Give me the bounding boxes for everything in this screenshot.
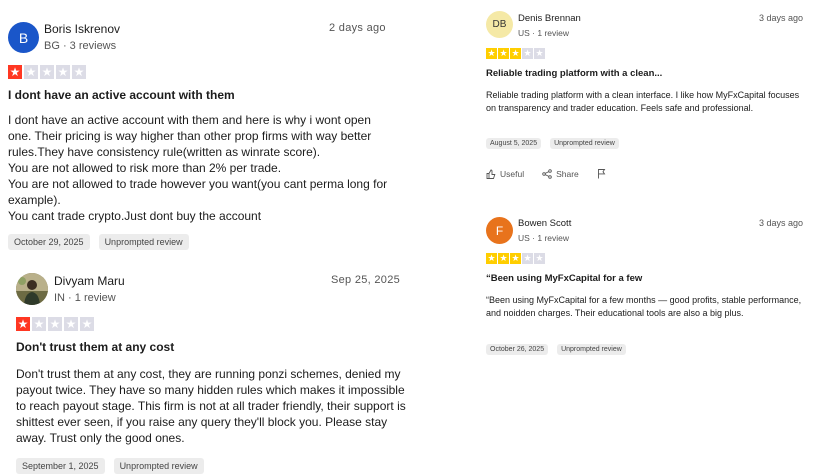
star-empty-icon: ★ — [48, 317, 62, 331]
star-empty-icon: ★ — [64, 317, 78, 331]
avatar[interactable]: DB — [486, 11, 513, 38]
experience-date-badge: September 1, 2025 — [16, 458, 105, 474]
review-title[interactable]: Don't trust them at any cost — [16, 340, 174, 354]
review-body-line: You are not allowed to risk more than 2%… — [8, 161, 282, 175]
star-empty-icon: ★ — [80, 317, 94, 331]
star-empty-icon: ★ — [40, 65, 54, 79]
experience-date-badge: October 29, 2025 — [8, 234, 90, 250]
star-rating: ★ ★ ★ ★ ★ — [16, 317, 96, 331]
review-body-line: “Been using MyFxCapital for a few months… — [486, 295, 802, 318]
star-empty-icon: ★ — [522, 253, 533, 264]
thumbs-up-icon — [486, 169, 496, 179]
review-date: 2 days ago — [329, 22, 386, 34]
unprompted-review-badge[interactable]: Unprompted review — [113, 458, 204, 474]
reviewer-meta: US · 1 review — [518, 233, 570, 243]
review-body-line: You are not allowed to trade however you… — [8, 177, 388, 207]
review-date: 3 days ago — [759, 13, 804, 23]
star-empty-icon: ★ — [522, 48, 533, 59]
useful-button[interactable]: Useful — [486, 169, 524, 179]
star-filled-icon: ★ — [498, 48, 509, 59]
star-rating: ★ ★ ★ ★ ★ — [486, 253, 546, 264]
unprompted-review-badge[interactable]: Unprompted review — [557, 344, 626, 355]
star-filled-icon: ★ — [8, 65, 22, 79]
review-body: Don't trust them at any cost, they are r… — [16, 366, 408, 446]
reviewer-meta: IN · 1 review — [54, 292, 116, 304]
reviewer-meta: US · 1 review — [518, 28, 570, 38]
reviewer-name[interactable]: Boris Iskrenov — [44, 22, 120, 36]
unprompted-review-badge[interactable]: Unprompted review — [550, 138, 619, 149]
flag-icon — [597, 169, 606, 179]
star-filled-icon: ★ — [486, 48, 497, 59]
star-filled-icon: ★ — [510, 48, 521, 59]
review-tags: October 26, 2025 Unprompted review — [486, 344, 635, 355]
report-button[interactable] — [597, 168, 611, 179]
star-rating: ★ ★ ★ ★ ★ — [486, 48, 546, 59]
unprompted-review-badge[interactable]: Unprompted review — [98, 234, 189, 250]
reviewer-name[interactable]: Divyam Maru — [54, 274, 125, 288]
star-filled-icon: ★ — [498, 253, 509, 264]
review-date: Sep 25, 2025 — [331, 274, 401, 286]
review-tags: August 5, 2025 Unprompted review — [486, 138, 628, 149]
avatar-initial: DB — [492, 19, 507, 30]
review-body: “Been using MyFxCapital for a few months… — [486, 294, 804, 320]
review-date: 3 days ago — [759, 218, 804, 228]
experience-date-badge: August 5, 2025 — [486, 138, 542, 149]
reviewer-meta: BG · 3 reviews — [44, 40, 117, 52]
review-body-line: I dont have an active account with them … — [8, 113, 372, 159]
reviewer-name[interactable]: Bowen Scott — [518, 218, 571, 229]
review-title[interactable]: Reliable trading platform with a clean..… — [486, 68, 662, 79]
review-body-line: Reliable trading platform with a clean i… — [486, 90, 800, 113]
review-tags: September 1, 2025 Unprompted review — [16, 458, 213, 474]
review-title[interactable]: “Been using MyFxCapital for a few — [486, 273, 642, 284]
useful-label: Useful — [500, 168, 525, 179]
review-body-line: Don't trust them at any cost, they are r… — [16, 367, 406, 445]
star-filled-icon: ★ — [486, 253, 497, 264]
share-button[interactable]: Share — [542, 169, 579, 179]
avatar-initial: F — [495, 223, 504, 238]
review-body: Reliable trading platform with a clean i… — [486, 89, 804, 115]
reviewer-name[interactable]: Denis Brennan — [518, 13, 581, 24]
share-icon — [542, 168, 552, 179]
profile-photo-icon — [16, 273, 48, 305]
star-empty-icon: ★ — [534, 48, 545, 59]
share-label: Share — [556, 168, 579, 179]
avatar-initial: B — [18, 29, 29, 46]
star-empty-icon: ★ — [534, 253, 545, 264]
review-tags: October 29, 2025 Unprompted review — [8, 234, 198, 250]
avatar[interactable]: B — [8, 22, 39, 53]
star-empty-icon: ★ — [56, 65, 70, 79]
star-rating: ★ ★ ★ ★ ★ — [8, 65, 88, 79]
review-body: I dont have an active account with them … — [8, 112, 388, 224]
avatar[interactable]: F — [486, 217, 513, 244]
experience-date-badge: October 26, 2025 — [486, 344, 549, 355]
star-filled-icon: ★ — [510, 253, 521, 264]
review-actions: Useful Share — [486, 168, 629, 179]
star-empty-icon: ★ — [24, 65, 38, 79]
star-empty-icon: ★ — [32, 317, 46, 331]
review-body-line: You cant trade crypto.Just dont buy the … — [8, 209, 262, 223]
star-empty-icon: ★ — [72, 65, 86, 79]
star-filled-icon: ★ — [16, 317, 30, 331]
avatar-photo[interactable] — [16, 273, 48, 305]
review-title[interactable]: I dont have an active account with them — [8, 88, 235, 102]
